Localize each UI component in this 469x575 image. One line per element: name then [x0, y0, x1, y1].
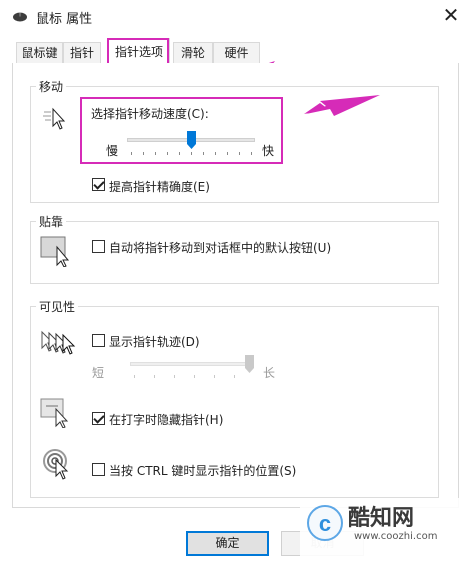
slow-label: 慢 [106, 144, 119, 158]
tab-wheel[interactable]: 滑轮 [173, 42, 213, 64]
tick [227, 152, 228, 155]
speed-slider[interactable] [127, 128, 255, 158]
tick [143, 152, 144, 155]
svg-text:c: c [319, 511, 331, 536]
trails-slider[interactable] [130, 353, 254, 383]
trails-slider-thumb[interactable] [245, 355, 254, 373]
tick [167, 152, 168, 155]
tab-highlight-box [107, 38, 169, 66]
watermark-url: www.coozhi.com [354, 531, 438, 542]
snap-group-label: 贴靠 [36, 213, 67, 230]
precision-checkbox[interactable] [92, 178, 105, 191]
tick [174, 375, 175, 378]
coozhi-logo-icon: c [307, 505, 343, 541]
tab-pointers[interactable]: 指针 [63, 42, 101, 64]
hide-typing-label: 在打字时隐藏指针(H) [109, 413, 224, 427]
ok-button[interactable]: 确定 [186, 531, 269, 556]
annotation-arrow-icon [304, 95, 380, 116]
tick [155, 152, 156, 155]
trails-checkbox[interactable] [92, 334, 105, 347]
tick [134, 375, 135, 378]
tab-buttons[interactable]: 鼠标键 [16, 42, 63, 64]
mouse-icon [13, 12, 27, 22]
ctrl-locate-label: 当按 CTRL 键时显示指针的位置(S) [109, 464, 297, 478]
watermark: c 酷知网 www.coozhi.com [300, 498, 465, 556]
snap-to-icon [40, 236, 70, 267]
precision-label: 提高指针精确度(E) [109, 180, 210, 194]
tick [131, 152, 132, 155]
locate-pointer-icon [43, 449, 69, 480]
visibility-group-label: 可见性 [36, 298, 79, 315]
pointer-trails-icon [41, 330, 76, 355]
auto-snap-label: 自动将指针移动到对话框中的默认按钮(U) [109, 241, 332, 255]
tick [251, 152, 252, 155]
short-label: 短 [92, 366, 105, 380]
title-bar: 鼠标 属性 ✕ [0, 0, 469, 32]
tick [194, 375, 195, 378]
trails-slider-track [130, 362, 254, 366]
watermark-brand: 酷知网 [348, 506, 415, 531]
trails-label: 显示指针轨迹(D) [109, 335, 200, 349]
tick [154, 375, 155, 378]
pointer-speed-icon [43, 107, 66, 130]
tick [239, 152, 240, 155]
motion-group-label: 移动 [36, 78, 67, 95]
tick [234, 375, 235, 378]
speed-label: 选择指针移动速度(C): [91, 107, 209, 121]
tick [203, 152, 204, 155]
long-label: 长 [263, 366, 276, 380]
window-title: 鼠标 属性 [36, 12, 93, 27]
auto-snap-checkbox[interactable] [92, 240, 105, 253]
tick [179, 152, 180, 155]
tick [215, 152, 216, 155]
speed-slider-thumb[interactable] [187, 131, 196, 149]
fast-label: 快 [262, 144, 275, 158]
close-icon[interactable]: ✕ [438, 2, 464, 28]
tick [214, 375, 215, 378]
hide-typing-checkbox[interactable] [92, 412, 105, 425]
ctrl-locate-checkbox[interactable] [92, 463, 105, 476]
hide-pointer-icon [40, 398, 69, 428]
tick [191, 152, 192, 155]
